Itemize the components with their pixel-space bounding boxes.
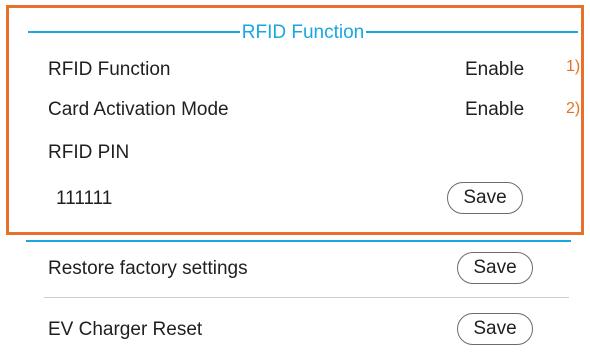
rfid-pin-label: RFID PIN [48,142,130,163]
card-activation-mode-label: Card Activation Mode [48,99,229,120]
section-title: RFID Function [241,21,365,43]
ev-charger-reset-label: EV Charger Reset [48,319,203,340]
ev-charger-reset-save-button[interactable]: Save [457,313,533,345]
restore-factory-save-button[interactable]: Save [457,252,533,284]
rfid-function-label: RFID Function [48,59,171,80]
rfid-pin-save-button[interactable]: Save [447,182,523,214]
row-divider [44,297,569,298]
restore-factory-settings-label: Restore factory settings [48,258,248,279]
annotation-marker-2: 2) [566,100,581,117]
annotation-marker-1: 1) [566,58,581,75]
card-activation-mode-value[interactable]: Enable [465,100,524,119]
header-line-right [366,31,579,33]
rfid-pin-input[interactable] [48,186,248,212]
header-line-left [28,31,240,33]
rfid-section-header: RFID Function [28,20,579,44]
rfid-function-value[interactable]: Enable [465,60,524,79]
section-divider [26,240,571,242]
